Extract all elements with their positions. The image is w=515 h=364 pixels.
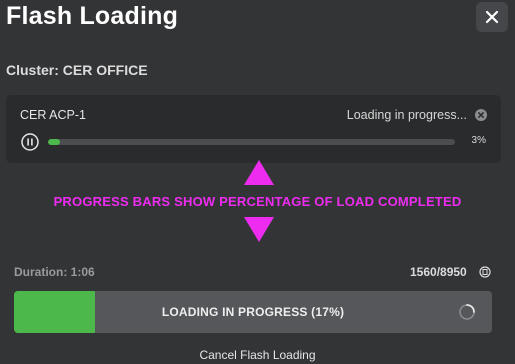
device-status: Loading in progress... — [346, 108, 467, 122]
spinner-icon — [459, 304, 475, 320]
item-count: 1560/8950 — [410, 265, 467, 279]
overall-progress-bar: LOADING IN PROGRESS (17%) — [14, 291, 492, 333]
dialog-title: Flash Loading — [6, 2, 179, 30]
device-progress-fill — [48, 139, 61, 145]
cancel-circle-icon[interactable] — [475, 109, 487, 121]
annotation-arrow-up — [244, 160, 274, 185]
annotation-text: PROGRESS BARS SHOW PERCENTAGE OF LOAD CO… — [53, 194, 462, 209]
cluster-label: Cluster: CER OFFICE — [6, 62, 148, 78]
duration-label: Duration: 1:06 — [14, 265, 95, 279]
device-card: CER ACP-1 Loading in progress... 3% — [6, 95, 501, 163]
annotation-arrow-down — [244, 217, 274, 242]
close-icon — [485, 10, 499, 24]
overall-progress-label: LOADING IN PROGRESS (17%) — [161, 305, 345, 319]
device-progress-percent: 3% — [471, 135, 486, 146]
cancel-flash-loading-link[interactable]: Cancel Flash Loading — [0, 348, 515, 362]
close-button[interactable] — [476, 2, 508, 32]
pause-circle-icon[interactable] — [21, 133, 39, 151]
info-circle-icon[interactable] — [479, 266, 491, 278]
device-progress-bar — [48, 139, 455, 145]
device-name: CER ACP-1 — [20, 108, 86, 122]
